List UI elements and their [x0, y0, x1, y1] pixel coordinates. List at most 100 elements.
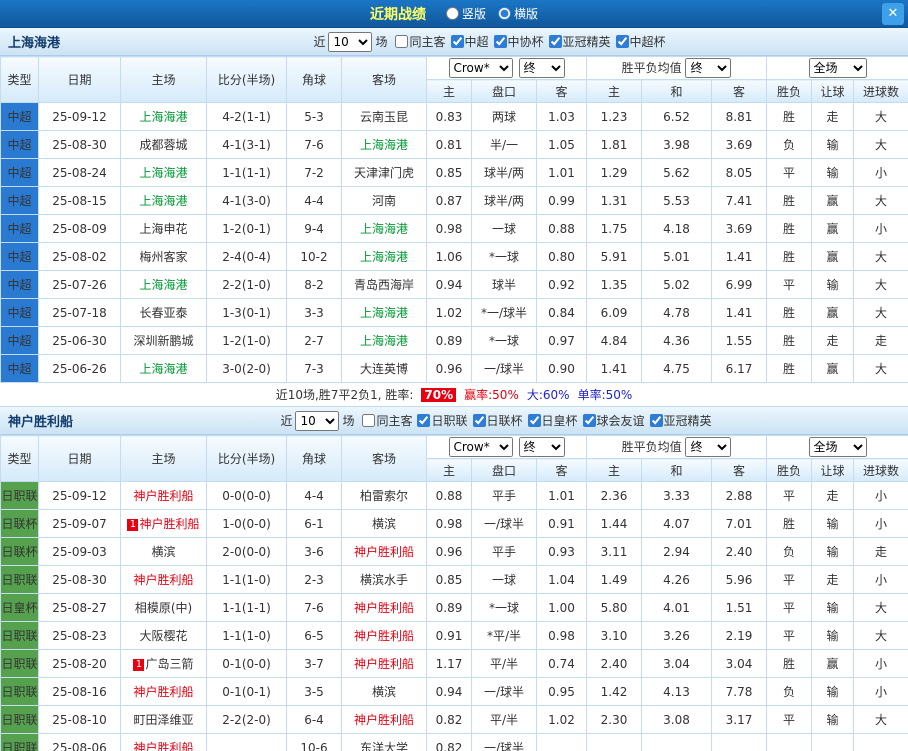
filter-checkbox[interactable]: [615, 35, 629, 48]
score-cell[interactable]: 2-2(1-0): [206, 270, 287, 299]
score-cell[interactable]: 2-0(0-0): [206, 537, 287, 566]
odds-period-select[interactable]: 终: [518, 58, 565, 78]
score-cell[interactable]: 4-2(1-1): [206, 102, 287, 131]
odds-period-select[interactable]: 终: [518, 437, 565, 457]
away-team-cell[interactable]: 神户胜利船: [341, 705, 427, 734]
filter-option[interactable]: 亚冠精英: [548, 33, 611, 50]
filter-option[interactable]: 中协杯: [493, 33, 544, 50]
filter-checkbox[interactable]: [362, 414, 376, 427]
score-cell[interactable]: [206, 733, 287, 751]
away-team-cell[interactable]: 横滨: [341, 509, 427, 538]
layout-option-horizontal[interactable]: 横版: [498, 5, 538, 22]
away-team-cell[interactable]: 东洋大学: [341, 733, 427, 751]
home-team-cell[interactable]: 上海海港: [120, 270, 207, 299]
horizontal-radio[interactable]: [498, 7, 511, 20]
filter-checkbox[interactable]: [649, 414, 663, 427]
score-cell[interactable]: 4-1(3-0): [206, 186, 287, 215]
close-icon[interactable]: ✕: [882, 3, 904, 25]
home-team-cell[interactable]: 上海海港: [120, 186, 207, 215]
filter-option[interactable]: 球会友谊: [582, 412, 645, 429]
wdl-period-select[interactable]: 终: [685, 437, 732, 457]
away-team-cell[interactable]: 横滨水手: [341, 565, 427, 594]
layout-option-vertical[interactable]: 竖版: [445, 5, 486, 22]
filter-checkbox[interactable]: [527, 414, 541, 427]
home-team-cell[interactable]: 1 神户胜利船: [120, 509, 207, 538]
filter-checkbox[interactable]: [472, 414, 486, 427]
home-team-cell[interactable]: 町田泽维亚: [120, 705, 207, 734]
scope-select[interactable]: 全场: [808, 437, 867, 457]
filter-option[interactable]: 中超: [450, 33, 489, 50]
match-row: 日职联 25-08-23 大阪樱花 1-1(1-0) 6-5 神户胜利船 0.91 *平/半 0…: [0, 621, 908, 650]
home-team-cell[interactable]: 上海海港: [120, 158, 207, 187]
filter-label: 同主客: [376, 414, 413, 428]
home-team-cell[interactable]: 神户胜利船: [120, 677, 207, 706]
away-team-cell[interactable]: 神户胜利船: [341, 621, 427, 650]
filter-checkbox[interactable]: [395, 35, 409, 48]
score-cell[interactable]: 1-1(1-0): [206, 621, 287, 650]
away-team-cell[interactable]: 上海海港: [341, 130, 427, 159]
match-count-select[interactable]: 10: [328, 31, 373, 52]
away-team-cell[interactable]: 柏雷索尔: [341, 481, 427, 510]
away-team-cell[interactable]: 青岛西海岸: [341, 270, 427, 299]
home-team-cell[interactable]: 横滨: [120, 537, 207, 566]
filter-checkbox[interactable]: [582, 414, 596, 427]
score-cell[interactable]: 1-1(1-1): [206, 593, 287, 622]
bookmaker-select[interactable]: Crow*: [448, 437, 513, 457]
score-cell[interactable]: 0-1(0-1): [206, 677, 287, 706]
home-team-cell[interactable]: 成都蓉城: [120, 130, 207, 159]
away-team-cell[interactable]: 上海海港: [341, 242, 427, 271]
filter-option[interactable]: 中超杯: [615, 33, 666, 50]
home-team-cell[interactable]: 上海申花: [120, 214, 207, 243]
score-cell[interactable]: 1-3(0-1): [206, 298, 287, 327]
home-team-cell[interactable]: 上海海港: [120, 102, 207, 131]
score-cell[interactable]: 1-2(0-1): [206, 214, 287, 243]
vertical-radio[interactable]: [445, 7, 459, 20]
filter-option[interactable]: 日联杯: [472, 412, 523, 429]
col-home: 主场: [120, 435, 207, 482]
home-team-cell[interactable]: 神户胜利船: [120, 481, 207, 510]
home-team-cell[interactable]: 神户胜利船: [120, 733, 207, 751]
filter-checkbox[interactable]: [493, 35, 507, 48]
score-cell[interactable]: 4-1(3-1): [206, 130, 287, 159]
away-team-cell[interactable]: 上海海港: [341, 298, 427, 327]
filter-option[interactable]: 日职联: [417, 412, 468, 429]
score-cell[interactable]: 1-1(1-0): [206, 565, 287, 594]
home-team-cell[interactable]: 深圳新鹏城: [120, 326, 207, 355]
filter-checkbox[interactable]: [548, 35, 562, 48]
score-cell[interactable]: 0-1(0-0): [206, 649, 287, 678]
scope-select[interactable]: 全场: [808, 58, 867, 78]
away-team-cell[interactable]: 云南玉昆: [341, 102, 427, 131]
filter-option[interactable]: 日皇杯: [527, 412, 578, 429]
home-team-cell[interactable]: 1 广岛三箭: [120, 649, 207, 678]
score-cell[interactable]: 3-0(2-0): [206, 354, 287, 383]
home-team-cell[interactable]: 梅州客家: [120, 242, 207, 271]
away-team-cell[interactable]: 天津津门虎: [341, 158, 427, 187]
away-team-cell[interactable]: 神户胜利船: [341, 649, 427, 678]
away-team-cell[interactable]: 上海海港: [341, 214, 427, 243]
filter-checkbox[interactable]: [450, 35, 464, 48]
score-cell[interactable]: 2-4(0-4): [206, 242, 287, 271]
score-cell[interactable]: 0-0(0-0): [206, 481, 287, 510]
filter-option[interactable]: 同主客: [395, 33, 446, 50]
home-team-cell[interactable]: 长春亚泰: [120, 298, 207, 327]
away-team-cell[interactable]: 神户胜利船: [341, 593, 427, 622]
wdl-period-select[interactable]: 终: [685, 58, 732, 78]
score-cell[interactable]: 2-2(2-0): [206, 705, 287, 734]
away-team-cell[interactable]: 上海海港: [341, 326, 427, 355]
bookmaker-select[interactable]: Crow*: [448, 58, 513, 78]
home-team-cell[interactable]: 神户胜利船: [120, 565, 207, 594]
filter-option[interactable]: 亚冠精英: [649, 412, 712, 429]
away-team-cell[interactable]: 河南: [341, 186, 427, 215]
score-cell[interactable]: 1-0(0-0): [206, 509, 287, 538]
away-team-cell[interactable]: 横滨: [341, 677, 427, 706]
home-team-cell[interactable]: 上海海港: [120, 354, 207, 383]
score-cell[interactable]: 1-1(1-1): [206, 158, 287, 187]
match-count-select[interactable]: 10: [295, 410, 340, 431]
home-team-cell[interactable]: 相模原(中): [120, 593, 207, 622]
score-cell[interactable]: 1-2(1-0): [206, 326, 287, 355]
filter-option[interactable]: 同主客: [362, 412, 412, 429]
home-team-cell[interactable]: 大阪樱花: [120, 621, 207, 650]
away-team-cell[interactable]: 神户胜利船: [341, 537, 427, 566]
filter-checkbox[interactable]: [417, 414, 431, 427]
away-team-cell[interactable]: 大连英博: [341, 354, 427, 383]
